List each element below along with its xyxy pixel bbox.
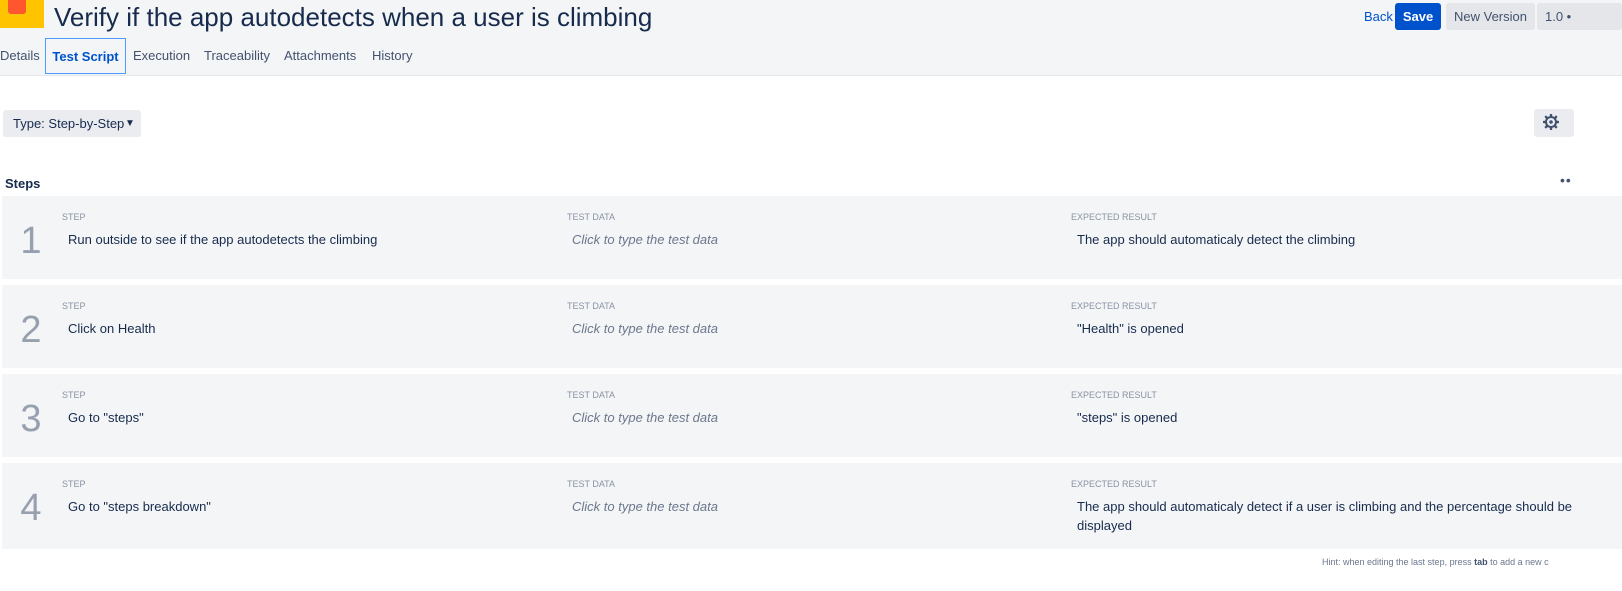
script-type-label: Type: Step-by-Step xyxy=(13,116,125,131)
expected-result-column-label: EXPECTED RESULT xyxy=(1071,390,1157,400)
step-row: 3 STEP Go to "steps" TEST DATA Click to … xyxy=(2,374,1622,457)
project-logo xyxy=(0,0,44,28)
test-data-column-label: TEST DATA xyxy=(567,301,616,311)
step-number: 4 xyxy=(20,487,42,529)
test-data-column-label: TEST DATA xyxy=(567,212,616,222)
steps-more-menu[interactable]: •• xyxy=(1560,172,1572,188)
tab-test-script[interactable]: Test Script xyxy=(45,38,126,74)
tab-attachments[interactable]: Attachments xyxy=(284,38,356,74)
page-header: Verify if the app autodetects when a use… xyxy=(0,0,1622,76)
step-column-label: STEP xyxy=(62,390,86,400)
hint-prefix: Hint: when editing the last step, press xyxy=(1322,557,1472,567)
step-column-label: STEP xyxy=(62,212,86,222)
step-number: 3 xyxy=(20,398,42,440)
test-data-column-label: TEST DATA xyxy=(567,479,616,489)
step-column-label: STEP xyxy=(62,301,86,311)
tab-execution[interactable]: Execution xyxy=(133,38,190,74)
save-button[interactable]: Save xyxy=(1395,3,1441,30)
hint-key: tab xyxy=(1474,557,1488,567)
test-data-field[interactable]: Click to type the test data xyxy=(572,497,1052,516)
step-row: 2 STEP Click on Health TEST DATA Click t… xyxy=(2,285,1622,368)
step-row: 1 STEP Run outside to see if the app aut… xyxy=(2,196,1622,279)
step-column-label: STEP xyxy=(62,479,86,489)
expected-result[interactable]: "Health" is opened xyxy=(1077,319,1577,338)
step-description[interactable]: Click on Health xyxy=(68,319,548,338)
test-data-field[interactable]: Click to type the test data xyxy=(572,319,1052,338)
tab-details[interactable]: Details xyxy=(0,38,40,74)
steps-heading: Steps xyxy=(5,176,41,191)
step-number: 2 xyxy=(20,309,42,351)
chevron-down-icon: ▼ xyxy=(125,118,135,129)
test-data-column-label: TEST DATA xyxy=(567,390,616,400)
hint-suffix: to add a new c xyxy=(1490,557,1549,567)
script-type-select[interactable]: Type: Step-by-Step ▼ xyxy=(3,110,141,137)
expected-result-column-label: EXPECTED RESULT xyxy=(1071,212,1157,222)
expected-result-column-label: EXPECTED RESULT xyxy=(1071,301,1157,311)
test-data-field[interactable]: Click to type the test data xyxy=(572,230,1052,249)
expected-result[interactable]: "steps" is opened xyxy=(1077,408,1577,427)
expected-result-column-label: EXPECTED RESULT xyxy=(1071,479,1157,489)
tab-traceability[interactable]: Traceability xyxy=(204,38,270,74)
page-title: Verify if the app autodetects when a use… xyxy=(54,2,653,32)
step-description[interactable]: Go to "steps" xyxy=(68,408,548,427)
step-row: 4 STEP Go to "steps breakdown" TEST DATA… xyxy=(2,463,1622,549)
back-button[interactable]: Back xyxy=(1364,3,1393,30)
editing-hint: Hint: when editing the last step, press … xyxy=(1322,557,1549,567)
settings-button[interactable] xyxy=(1534,109,1574,137)
test-data-field[interactable]: Click to type the test data xyxy=(572,408,1052,427)
step-number: 1 xyxy=(20,220,42,262)
expected-result[interactable]: The app should automaticaly detect if a … xyxy=(1077,497,1577,535)
version-dropdown[interactable]: 1.0 • xyxy=(1537,3,1622,30)
step-description[interactable]: Run outside to see if the app autodetect… xyxy=(68,230,548,249)
new-version-button[interactable]: New Version xyxy=(1446,3,1535,30)
step-description[interactable]: Go to "steps breakdown" xyxy=(68,497,548,516)
tab-history[interactable]: History xyxy=(372,38,412,74)
expected-result[interactable]: The app should automaticaly detect the c… xyxy=(1077,230,1577,249)
